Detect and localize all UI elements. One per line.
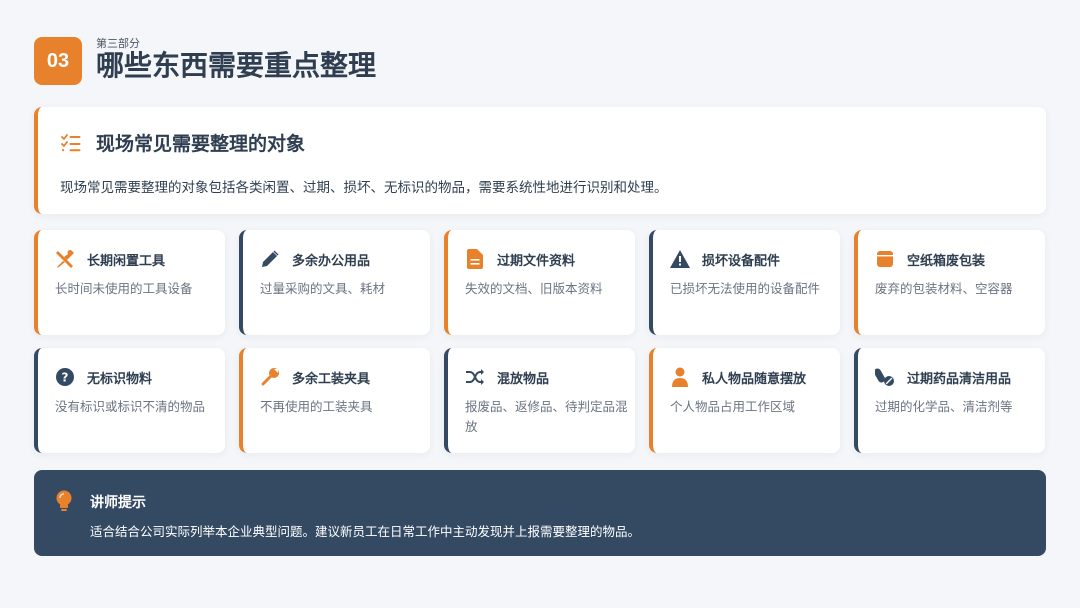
card-desc: 长时间未使用的工具设备	[55, 281, 193, 296]
card-desc: 个人物品占用工作区域	[670, 399, 796, 414]
card-desc: 过期的化学品、清洁剂等	[875, 399, 1013, 414]
card-title: 混放物品	[497, 371, 550, 387]
intro-header: 现场常见需要整理的对象	[60, 129, 305, 156]
intro-title: 现场常见需要整理的对象	[96, 133, 306, 155]
card-desc: 过量采购的文具、耗材	[260, 281, 386, 296]
card-expired-documents: 过期文件资料 失效的文档、旧版本资料	[444, 230, 635, 335]
section-number-badge: 03	[34, 37, 82, 85]
tip-text: 适合结合公司实际列举本企业典型问题。建议新员工在日常工作中主动发现并上报需要整理…	[90, 524, 641, 539]
card-surplus-office-supplies: 多余办公用品 过量采购的文具、耗材	[239, 230, 430, 335]
intro-text: 现场常见需要整理的对象包括各类闲置、过期、损坏、无标识的物品，需要系统性地进行识…	[60, 180, 668, 196]
card-mixed-items: 混放物品 报废品、返修品、待判定品混放	[444, 348, 635, 453]
instructor-tip-panel: 讲师提示 适合结合公司实际列举本企业典型问题。建议新员工在日常工作中主动发现并上…	[34, 470, 1046, 556]
checklist-icon	[60, 132, 82, 154]
card-title: 私人物品随意摆放	[702, 371, 807, 387]
svg-text:?: ?	[62, 371, 69, 385]
card-desc: 不再使用的工装夹具	[260, 399, 373, 414]
card-desc: 没有标识或标识不清的物品	[55, 399, 206, 414]
card-title: 长期闲置工具	[87, 253, 166, 269]
card-empty-boxes: 空纸箱废包装 废弃的包装材料、空容器	[854, 230, 1045, 335]
card-title: 过期文件资料	[497, 253, 576, 269]
card-desc: 报废品、返修品、待判定品混放	[465, 399, 628, 434]
lightbulb-icon	[54, 490, 74, 512]
card-title: 无标识物料	[87, 371, 153, 387]
document-icon	[465, 249, 485, 269]
card-idle-tools: 长期闲置工具 长时间未使用的工具设备	[34, 230, 225, 335]
card-expired-chemicals: 过期药品清洁用品 过期的化学品、清洁剂等	[854, 348, 1045, 453]
card-desc: 废弃的包装材料、空容器	[875, 281, 1013, 296]
card-surplus-fixtures: 多余工装夹具 不再使用的工装夹具	[239, 348, 430, 453]
card-title: 多余工装夹具	[292, 371, 371, 387]
tip-title: 讲师提示	[90, 495, 146, 511]
card-desc: 已损坏无法使用的设备配件	[670, 281, 821, 296]
card-title: 多余办公用品	[292, 253, 371, 269]
card-personal-items: 私人物品随意摆放 个人物品占用工作区域	[649, 348, 840, 453]
box-icon	[875, 249, 895, 269]
intro-panel: 现场常见需要整理的对象 现场常见需要整理的对象包括各类闲置、过期、损坏、无标识的…	[34, 107, 1046, 214]
section-header: 03 第三部分 哪些东西需要重点整理	[34, 36, 376, 86]
card-title: 损坏设备配件	[702, 253, 781, 269]
card-unlabeled-materials: ? 无标识物料 没有标识或标识不清的物品	[34, 348, 225, 453]
person-icon	[670, 367, 690, 387]
card-title: 空纸箱废包装	[907, 253, 986, 269]
question-icon: ?	[55, 367, 75, 387]
pills-icon	[875, 367, 895, 387]
pencil-icon	[260, 249, 280, 269]
wrench-icon	[260, 367, 280, 387]
card-title: 过期药品清洁用品	[907, 371, 1012, 387]
warning-icon	[670, 249, 690, 269]
shuffle-icon	[465, 367, 485, 387]
page-title: 哪些东西需要重点整理	[96, 49, 377, 82]
card-desc: 失效的文档、旧版本资料	[465, 281, 603, 296]
tools-icon	[55, 249, 75, 269]
card-damaged-parts: 损坏设备配件 已损坏无法使用的设备配件	[649, 230, 840, 335]
